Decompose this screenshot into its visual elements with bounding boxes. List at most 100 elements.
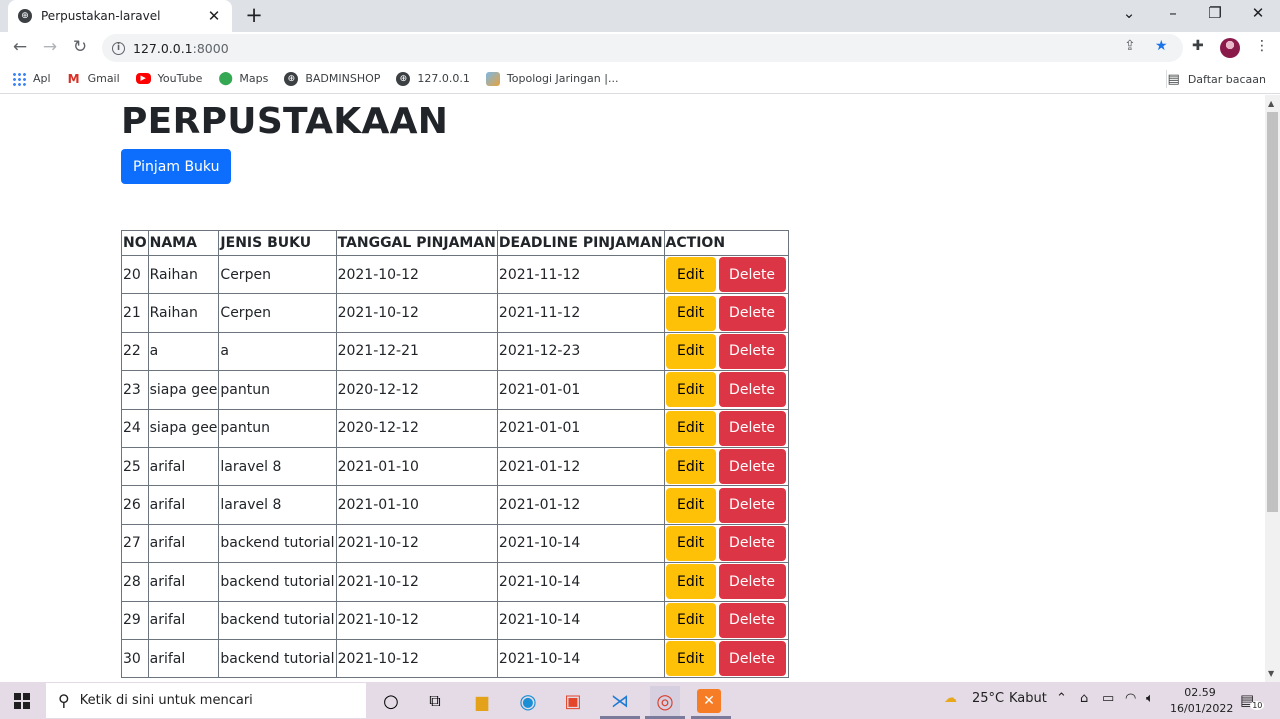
col-header-action: ACTION bbox=[663, 230, 789, 256]
cortana-icon[interactable]: ○ bbox=[376, 686, 406, 716]
delete-button[interactable]: Delete bbox=[718, 410, 786, 446]
weather-temp[interactable]: 25°C bbox=[972, 691, 1004, 706]
wifi-icon[interactable]: ◠ bbox=[1125, 691, 1136, 706]
meet-now-icon[interactable]: ⌂ bbox=[1080, 691, 1088, 706]
edit-button[interactable]: Edit bbox=[665, 602, 716, 638]
bookmark-gmail[interactable]: M Gmail bbox=[67, 72, 120, 86]
edit-button[interactable]: Edit bbox=[665, 564, 716, 600]
page-scrollbar[interactable]: ▲ ▼ bbox=[1265, 95, 1280, 682]
restore-button[interactable]: ❐ bbox=[1204, 4, 1226, 22]
notification-icon[interactable]: ▤10 bbox=[1240, 691, 1268, 710]
cell-nama: arifal bbox=[147, 485, 220, 525]
bookmark-badminshop[interactable]: ⊕ BADMINSHOP bbox=[284, 71, 380, 86]
delete-button[interactable]: Delete bbox=[718, 487, 786, 523]
taskbar-search[interactable]: ⚲ Ketik di sini untuk mencari bbox=[46, 683, 366, 718]
edit-button[interactable]: Edit bbox=[665, 487, 716, 523]
volume-icon[interactable]: 🔈︎ bbox=[1146, 691, 1154, 706]
taskbar-clock[interactable]: 02.59 16/01/2022 bbox=[1170, 685, 1233, 717]
delete-button[interactable]: Delete bbox=[718, 641, 786, 677]
show-hidden-icons[interactable]: ⌃ bbox=[1056, 691, 1067, 706]
forward-icon[interactable]: → bbox=[39, 37, 61, 57]
globe-icon: ⊕ bbox=[396, 71, 411, 86]
cell-action: Edit Delete bbox=[663, 293, 789, 333]
loan-table: NO NAMA JENIS BUKU TANGGAL PINJAMAN DEAD… bbox=[121, 230, 789, 679]
edit-button[interactable]: Edit bbox=[665, 372, 716, 408]
table-body: 20 Raihan Cerpen 2021-10-12 2021-11-12 Edit De… bbox=[121, 254, 789, 679]
cell-deadline: 2021-01-12 bbox=[496, 446, 665, 487]
close-window-button[interactable]: ✕ bbox=[1247, 4, 1269, 22]
cell-tanggal: 2020-12-12 bbox=[335, 370, 498, 410]
weather-icon[interactable]: ☁ bbox=[944, 691, 957, 706]
minimize-button[interactable]: – bbox=[1162, 4, 1184, 22]
scroll-up-icon[interactable]: ▲ bbox=[1268, 99, 1274, 108]
back-icon[interactable]: ← bbox=[9, 37, 31, 57]
tab-search-icon[interactable]: ⌄ bbox=[1118, 4, 1140, 22]
xampp-icon[interactable]: ✕ bbox=[697, 689, 721, 713]
extensions-icon[interactable]: ✚ bbox=[1192, 38, 1204, 54]
scroll-down-icon[interactable]: ▼ bbox=[1268, 669, 1274, 678]
delete-button[interactable]: Delete bbox=[718, 372, 786, 408]
delete-button[interactable]: Delete bbox=[718, 564, 786, 600]
share-icon[interactable]: ⇪ bbox=[1124, 38, 1136, 54]
edit-button[interactable]: Edit bbox=[665, 641, 716, 677]
edit-button[interactable]: Edit bbox=[665, 257, 716, 293]
cell-action: Edit Delete bbox=[663, 254, 789, 295]
bookmark-apps[interactable]: Apl bbox=[12, 71, 51, 86]
col-header-deadline: DEADLINE PINJAMAN bbox=[496, 230, 665, 256]
reload-icon[interactable]: ↻ bbox=[69, 37, 91, 57]
site-info-icon[interactable]: i bbox=[112, 41, 125, 55]
delete-button[interactable]: Delete bbox=[718, 295, 786, 331]
new-tab-button[interactable]: + bbox=[243, 3, 265, 27]
vscode-icon[interactable]: ⋊ bbox=[605, 686, 635, 716]
windows-start-icon[interactable] bbox=[14, 693, 30, 709]
menu-icon[interactable]: ⋮ bbox=[1255, 38, 1269, 54]
file-explorer-icon[interactable]: ▆ bbox=[467, 686, 497, 716]
table-row: 27 arifal backend tutorial 2021-10-12 2021-1… bbox=[121, 523, 789, 564]
edit-button[interactable]: Edit bbox=[665, 295, 716, 331]
delete-button[interactable]: Delete bbox=[718, 333, 786, 369]
chrome-icon[interactable]: ◎ bbox=[650, 686, 680, 716]
reading-list[interactable]: ▤ Daftar bacaan bbox=[1168, 72, 1266, 87]
cell-tanggal: 2021-10-12 bbox=[335, 293, 498, 333]
battery-icon[interactable]: ▭ bbox=[1102, 691, 1114, 706]
browser-tab[interactable]: ⊕ Perpustakan-laravel ✕ bbox=[8, 0, 232, 32]
delete-button[interactable]: Delete bbox=[718, 525, 786, 561]
profile-avatar[interactable] bbox=[1220, 38, 1240, 58]
cell-nama: arifal bbox=[147, 638, 220, 679]
edit-button[interactable]: Edit bbox=[665, 525, 716, 561]
weather-text[interactable]: Kabut bbox=[1009, 691, 1047, 706]
cell-no: 24 bbox=[121, 408, 149, 448]
bookmark-topologi[interactable]: Topologi Jaringan |... bbox=[485, 71, 619, 86]
globe-icon: ⊕ bbox=[284, 71, 299, 86]
bookmark-maps[interactable]: ⬤ Maps bbox=[218, 71, 268, 86]
edit-button[interactable]: Edit bbox=[665, 410, 716, 446]
page-title: PERPUSTAKAAN bbox=[121, 101, 449, 142]
bookmark-localhost[interactable]: ⊕ 127.0.0.1 bbox=[396, 71, 470, 86]
cell-nama: siapa gee bbox=[147, 370, 220, 410]
search-icon: ⚲ bbox=[58, 691, 70, 710]
edit-button[interactable]: Edit bbox=[665, 333, 716, 369]
edit-button[interactable]: Edit bbox=[665, 449, 716, 485]
pinjam-buku-button[interactable]: Pinjam Buku bbox=[121, 149, 232, 184]
cell-no: 29 bbox=[121, 600, 149, 640]
close-tab-icon[interactable]: ✕ bbox=[206, 7, 222, 25]
cell-tanggal: 2021-01-10 bbox=[335, 446, 498, 487]
scrollbar-thumb[interactable] bbox=[1267, 112, 1278, 512]
delete-button[interactable]: Delete bbox=[718, 602, 786, 638]
bookmark-label: Topologi Jaringan |... bbox=[506, 72, 619, 85]
address-bar[interactable]: i 127.0.0.1:8000 bbox=[102, 34, 1183, 62]
delete-button[interactable]: Delete bbox=[718, 257, 786, 293]
cell-deadline: 2021-10-14 bbox=[496, 638, 665, 679]
task-view-icon[interactable]: ⧉ bbox=[420, 686, 450, 716]
delete-button[interactable]: Delete bbox=[718, 449, 786, 485]
bookmark-star-icon[interactable]: ★ bbox=[1155, 38, 1168, 54]
office-icon[interactable]: ▣ bbox=[558, 686, 588, 716]
cell-tanggal: 2021-10-12 bbox=[335, 254, 498, 295]
bookmark-youtube[interactable]: ▶ YouTube bbox=[135, 72, 202, 85]
table-row: 26 arifal laravel 8 2021-01-10 2021-01-12 Edi… bbox=[121, 485, 789, 525]
cell-deadline: 2021-01-12 bbox=[496, 485, 665, 525]
edge-icon[interactable]: ◉ bbox=[513, 686, 543, 716]
cell-nama: arifal bbox=[147, 523, 220, 564]
url-port: :8000 bbox=[192, 40, 229, 56]
cell-deadline: 2021-12-23 bbox=[496, 331, 665, 372]
